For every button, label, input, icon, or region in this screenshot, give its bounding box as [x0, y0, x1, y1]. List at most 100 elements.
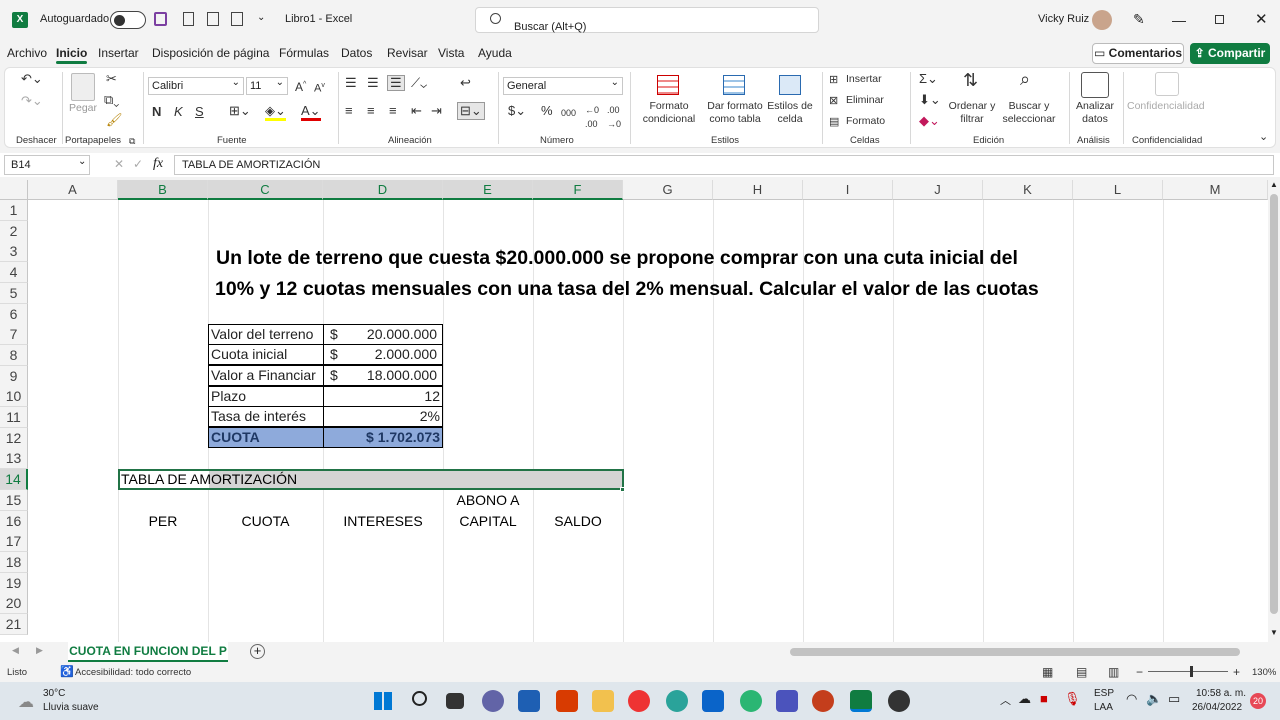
language-line2[interactable]: LAA: [1094, 702, 1113, 713]
bold-icon[interactable]: N: [152, 105, 161, 119]
chat-app-icon[interactable]: [482, 690, 504, 712]
autosave-toggle[interactable]: [110, 11, 146, 29]
add-sheet-icon[interactable]: +: [250, 644, 265, 659]
chrome-icon[interactable]: [628, 690, 650, 712]
confidentiality-button[interactable]: Confidencialidad: [1127, 100, 1205, 113]
fill-color-icon[interactable]: ◈⌄: [265, 104, 286, 121]
print-preview-icon[interactable]: [231, 12, 243, 26]
zoom-slider-thumb[interactable]: [1190, 666, 1193, 677]
table-value-tasa[interactable]: 2%: [323, 406, 443, 427]
open-file-icon[interactable]: [207, 12, 219, 26]
share-button[interactable]: ⇪ Compartir: [1190, 43, 1270, 64]
name-box-dropdown-icon[interactable]: ⌄: [78, 156, 86, 167]
col-header-a[interactable]: A: [28, 180, 118, 200]
col-header-g[interactable]: G: [623, 180, 713, 200]
microphone-icon[interactable]: 🎙: [1064, 691, 1081, 707]
orientation-icon[interactable]: ⟋⌄: [411, 76, 427, 90]
sticky-app-icon[interactable]: [740, 690, 762, 712]
row-header-12[interactable]: 12: [0, 427, 28, 449]
row-header-4[interactable]: 4: [0, 262, 28, 284]
row-header-3[interactable]: 3: [0, 241, 28, 263]
vertical-scrollbar[interactable]: ▲ ▼: [1268, 180, 1280, 642]
col-header-b[interactable]: B: [118, 180, 208, 200]
close-icon[interactable]: ✕: [1255, 10, 1268, 28]
decrease-decimal-icon[interactable]: .00 →0: [607, 103, 621, 131]
borders-icon[interactable]: ⊞⌄: [229, 104, 251, 118]
table-value-plazo[interactable]: 12: [323, 386, 443, 407]
clock-time[interactable]: 10:58 a. m.: [1196, 688, 1246, 699]
row-header-18[interactable]: 18: [0, 551, 28, 573]
task-view-icon[interactable]: [446, 693, 464, 709]
volume-icon[interactable]: 🔈: [1146, 691, 1162, 707]
merge-center-icon[interactable]: ⊟⌄: [457, 102, 485, 120]
row-header-15[interactable]: 15: [0, 489, 28, 511]
table-value-cuota[interactable]: $ 1.702.073: [323, 427, 443, 448]
worksheet-grid[interactable]: A B C D E F G H I J K L M 1 2 3 4 5 6 7 8 9 10 11 1…: [0, 180, 1268, 642]
col-header-k[interactable]: K: [983, 180, 1073, 200]
font-size-select[interactable]: 11: [246, 75, 288, 95]
vertical-scroll-thumb[interactable]: [1270, 194, 1278, 614]
tab-formulas[interactable]: Fórmulas: [279, 46, 329, 60]
zoom-out-icon[interactable]: −: [1136, 665, 1143, 679]
decrease-indent-icon[interactable]: ⇤: [411, 104, 422, 118]
wrap-text-icon[interactable]: ↩: [460, 76, 471, 90]
increase-indent-icon[interactable]: ⇥: [431, 104, 442, 118]
new-file-icon[interactable]: [183, 12, 194, 26]
delete-cells-label[interactable]: Eliminar: [846, 94, 884, 107]
tab-vista[interactable]: Vista: [438, 46, 464, 60]
select-all-corner[interactable]: [0, 180, 28, 200]
page-layout-icon[interactable]: ▤: [1076, 665, 1087, 679]
col-header-i[interactable]: I: [803, 180, 893, 200]
clipboard-launcher-icon[interactable]: ⧉: [129, 134, 135, 148]
row-header-8[interactable]: 8: [0, 344, 28, 366]
analyze-data-label[interactable]: Analizar datos: [1071, 100, 1119, 126]
excel-taskbar-icon[interactable]: [850, 690, 872, 712]
table-value-terreno[interactable]: $20.000.000: [323, 324, 443, 345]
undo-icon[interactable]: ↶⌄: [21, 72, 43, 86]
col-header-j[interactable]: J: [893, 180, 983, 200]
table-label-financiar[interactable]: Valor a Financiar: [208, 365, 324, 386]
row-header-10[interactable]: 10: [0, 386, 28, 408]
collapse-ribbon-icon[interactable]: ⌄: [1259, 130, 1268, 144]
font-color-icon[interactable]: A⌄: [301, 104, 321, 121]
format-table-label[interactable]: Dar formato como tabla: [703, 100, 767, 126]
tab-revisar[interactable]: Revisar: [387, 46, 428, 60]
cell-styles-icon[interactable]: [779, 75, 801, 95]
cell-styles-label[interactable]: Estilos de celda: [767, 100, 813, 126]
file-explorer-icon[interactable]: [592, 690, 614, 712]
format-cells-icon[interactable]: ▤: [829, 115, 839, 129]
scroll-up-icon[interactable]: ▲: [1270, 180, 1278, 189]
conditional-format-label[interactable]: Formato condicional: [637, 100, 701, 126]
notification-badge[interactable]: 20: [1250, 693, 1266, 709]
col-header-c[interactable]: C: [208, 180, 323, 200]
next-sheet-icon[interactable]: ▶: [36, 645, 43, 656]
currency-icon[interactable]: $⌄: [508, 104, 526, 118]
conditional-format-icon[interactable]: [657, 75, 679, 95]
tab-inicio[interactable]: Inicio: [56, 46, 88, 64]
powerpoint-icon[interactable]: [812, 690, 834, 712]
avatar[interactable]: [1092, 10, 1112, 30]
save-icon[interactable]: [154, 12, 167, 26]
align-bottom-icon[interactable]: ☰: [387, 75, 405, 91]
align-left-icon[interactable]: ≡: [345, 104, 353, 118]
increase-decimal-icon[interactable]: ←0.00: [585, 103, 599, 131]
mail-icon[interactable]: [702, 690, 724, 712]
sort-filter-label[interactable]: Ordenar y filtrar: [947, 100, 997, 126]
table-label-cuota-inicial[interactable]: Cuota inicial: [208, 344, 324, 365]
sort-filter-icon[interactable]: ⇅: [963, 71, 978, 89]
align-middle-icon[interactable]: ☰: [367, 76, 379, 90]
align-right-icon[interactable]: ≡: [389, 104, 397, 118]
row-header-1[interactable]: 1: [0, 200, 28, 221]
search-box[interactable]: Buscar (Alt+Q): [475, 7, 819, 33]
tab-datos[interactable]: Datos: [341, 46, 372, 60]
teams-icon[interactable]: [776, 690, 798, 712]
font-name-select[interactable]: Calibri: [148, 75, 244, 95]
find-select-label[interactable]: Buscar y seleccionar: [999, 100, 1059, 126]
onedrive-icon[interactable]: ☁: [1018, 691, 1031, 707]
format-table-icon[interactable]: [723, 75, 745, 95]
pen-icon[interactable]: ✎: [1133, 11, 1145, 28]
horizontal-scrollbar[interactable]: [790, 648, 1240, 656]
wifi-icon[interactable]: ◠: [1126, 691, 1137, 707]
paste-label[interactable]: Pegar: [69, 102, 97, 115]
row-header-21[interactable]: 21: [0, 614, 28, 635]
